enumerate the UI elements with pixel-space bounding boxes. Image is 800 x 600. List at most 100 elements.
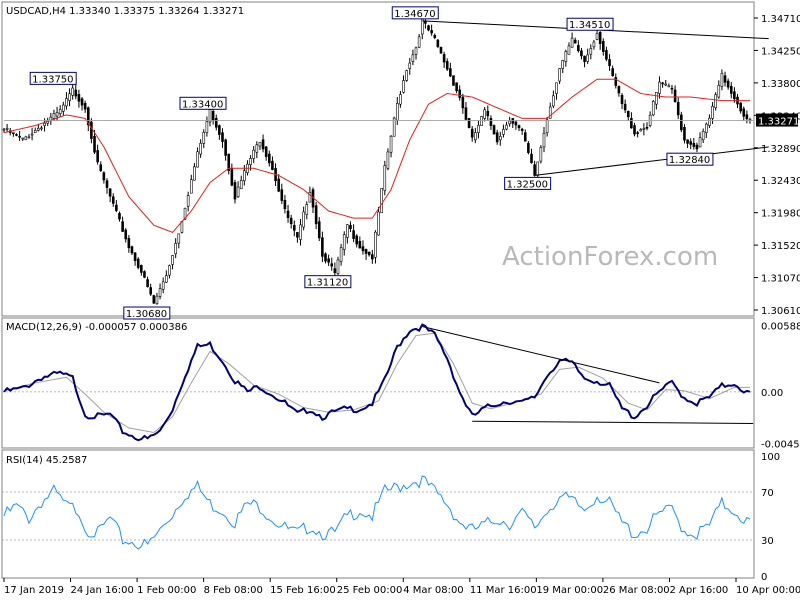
- candle-body: [683, 127, 686, 141]
- candle-body: [77, 94, 81, 102]
- candle-body: [202, 132, 206, 144]
- candle-body: [214, 118, 218, 128]
- candle-body: [5, 127, 9, 130]
- candle-body: [658, 81, 661, 94]
- candle-body: [530, 153, 533, 164]
- candle-body: [296, 232, 299, 238]
- price-ytick-label: 1.31520: [761, 241, 800, 252]
- candle-body: [255, 144, 259, 153]
- candle-body: [633, 125, 636, 135]
- candle-body: [83, 102, 87, 110]
- candle-body: [583, 55, 586, 63]
- candle-body: [680, 114, 683, 131]
- candle-body: [580, 50, 583, 57]
- candle-body: [433, 34, 437, 39]
- candle-body: [196, 151, 199, 168]
- candle-body: [208, 109, 212, 123]
- candle-body: [486, 110, 490, 117]
- xtick-label: 19 Mar 00:00: [536, 585, 603, 596]
- candle-body: [436, 39, 440, 47]
- price-ytick-label: 1.31980: [761, 209, 800, 220]
- candle-body: [561, 60, 565, 69]
- candle-body: [502, 129, 505, 135]
- candle-body: [445, 61, 449, 70]
- candle-body: [62, 104, 65, 112]
- candle-body: [573, 39, 577, 44]
- candle-body: [121, 221, 124, 232]
- candle-body: [589, 48, 593, 55]
- rsi-panel-header: RSI(14) 45.2587: [6, 455, 87, 466]
- candle-body: [717, 84, 721, 98]
- candle-body: [439, 46, 443, 54]
- candle-body: [342, 234, 346, 250]
- candle-body: [277, 178, 280, 192]
- candle-body: [30, 133, 34, 136]
- candle-body: [411, 54, 415, 62]
- candle-body: [15, 134, 18, 136]
- xtick-label: 15 Feb 16:00: [270, 585, 336, 596]
- candle-body: [261, 139, 265, 150]
- candle-body: [280, 189, 284, 201]
- macd-ytick-label: 0.00: [761, 388, 783, 399]
- candle-body: [645, 127, 649, 129]
- candle-body: [692, 143, 696, 147]
- rsi-ytick-label: 0: [761, 572, 767, 583]
- price-ytick-label: 1.32890: [761, 144, 800, 155]
- candle-body: [427, 25, 430, 31]
- candle-body: [470, 128, 474, 138]
- candle-body: [268, 153, 271, 164]
- candle-body: [558, 68, 561, 82]
- candle-body: [355, 235, 359, 245]
- candle-body: [639, 129, 643, 132]
- xtick-label: 24 Jan 16:00: [71, 585, 134, 596]
- candle-body: [611, 68, 614, 76]
- candle-body: [695, 144, 699, 150]
- candle-body: [536, 161, 540, 176]
- candle-body: [605, 50, 608, 60]
- candle-body: [171, 255, 174, 265]
- xtick-label: 2 Apr 16:00: [669, 585, 728, 596]
- candle-body: [742, 108, 746, 117]
- candle-body: [118, 213, 121, 220]
- candle-body: [264, 146, 268, 157]
- candle-body: [18, 135, 21, 138]
- candle-body: [289, 217, 293, 225]
- candle-body: [701, 131, 705, 141]
- candle-body: [299, 224, 302, 240]
- candle-body: [539, 147, 543, 162]
- candle-body: [321, 237, 324, 257]
- candle-body: [420, 18, 424, 35]
- price-annotation-label: 1.31120: [307, 278, 348, 289]
- candle-body: [729, 86, 733, 94]
- candle-body: [592, 41, 596, 48]
- candle-body: [567, 45, 571, 55]
- candle-body: [552, 95, 555, 107]
- candle-body: [474, 132, 477, 141]
- candle-body: [395, 103, 399, 121]
- candle-body: [52, 113, 56, 119]
- candle-body: [218, 125, 221, 135]
- last-price-label: 1.33271: [758, 117, 799, 128]
- candle-body: [383, 165, 387, 191]
- candle-body: [271, 160, 274, 171]
- candle-body: [115, 204, 118, 211]
- candle-body: [667, 85, 671, 88]
- candle-body: [174, 243, 177, 255]
- candle-body: [96, 150, 99, 163]
- candle-body: [601, 41, 605, 52]
- candle-body: [158, 288, 162, 297]
- candle-body: [186, 195, 190, 207]
- candle-body: [517, 125, 521, 129]
- candle-body: [371, 254, 374, 260]
- candle-body: [417, 36, 421, 48]
- candle-body: [249, 158, 252, 166]
- rsi-panel-frame: [1, 449, 755, 579]
- candle-body: [726, 80, 730, 88]
- candle-body: [455, 82, 458, 92]
- candle-body: [542, 132, 546, 148]
- macd-ytick-label: 0.005889: [761, 322, 800, 333]
- candle-body: [661, 82, 664, 85]
- candle-body: [570, 37, 574, 48]
- candle-body: [37, 128, 40, 131]
- candle-body: [352, 230, 355, 239]
